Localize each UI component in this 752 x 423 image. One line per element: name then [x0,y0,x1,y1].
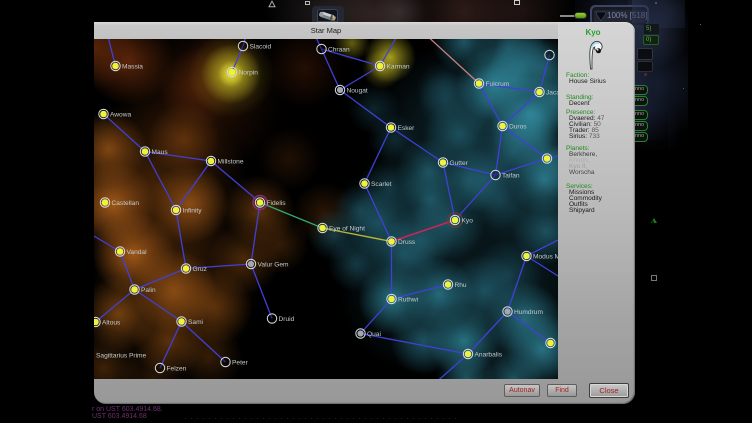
svg-text:Sagittarius Prime: Sagittarius Prime [96,353,147,360]
svg-text:Chraan: Chraan [328,47,350,54]
svg-text:Ruthwi: Ruthwi [398,297,419,304]
svg-text:Awowa: Awowa [110,112,131,119]
svg-text:Kyo: Kyo [462,218,474,225]
svg-text:Maus: Maus [152,149,169,156]
svg-text:Infinity: Infinity [183,208,203,215]
svg-text:Quai: Quai [367,331,381,338]
svg-text:Castellan: Castellan [112,200,140,207]
svg-text:Scarlet: Scarlet [371,181,392,188]
svg-text:Gutter: Gutter [450,160,469,167]
svg-text:Esker: Esker [398,125,416,132]
svg-text:Millstone: Millstone [218,159,244,166]
svg-text:Sami: Sami [188,319,204,326]
svg-text:Gruz: Gruz [193,266,207,273]
svg-text:Karman: Karman [387,64,410,71]
svg-text:Taifan: Taifan [502,173,520,180]
svg-text:Druss: Druss [398,239,416,246]
svg-text:Massia: Massia [122,64,143,71]
svg-text:Jacana: Jacana [546,90,558,97]
svg-text:Duros: Duros [509,124,527,131]
svg-text:Anarbalis: Anarbalis [475,352,503,359]
svg-text:Vandal: Vandal [127,249,148,256]
svg-text:Peter: Peter [232,360,249,367]
svg-text:Slacoid: Slacoid [250,44,272,51]
svg-text:Nougat: Nougat [347,88,368,95]
svg-text:Valur Gem: Valur Gem [258,262,290,269]
svg-text:Palin: Palin [141,287,156,294]
svg-text:Felzen: Felzen [167,366,187,373]
svg-text:Druid: Druid [279,316,295,323]
svg-text:Eye of Night: Eye of Night [329,226,365,233]
svg-text:Fidelis: Fidelis [267,200,287,207]
svg-text:Norpin: Norpin [239,70,259,77]
svg-text:Rhu: Rhu [455,282,467,289]
svg-text:Altous: Altous [102,320,121,327]
svg-text:Modus Mundi: Modus Mundi [533,254,558,261]
svg-text:Humdrum: Humdrum [514,309,543,316]
svg-text:Fulcrum: Fulcrum [486,81,510,88]
